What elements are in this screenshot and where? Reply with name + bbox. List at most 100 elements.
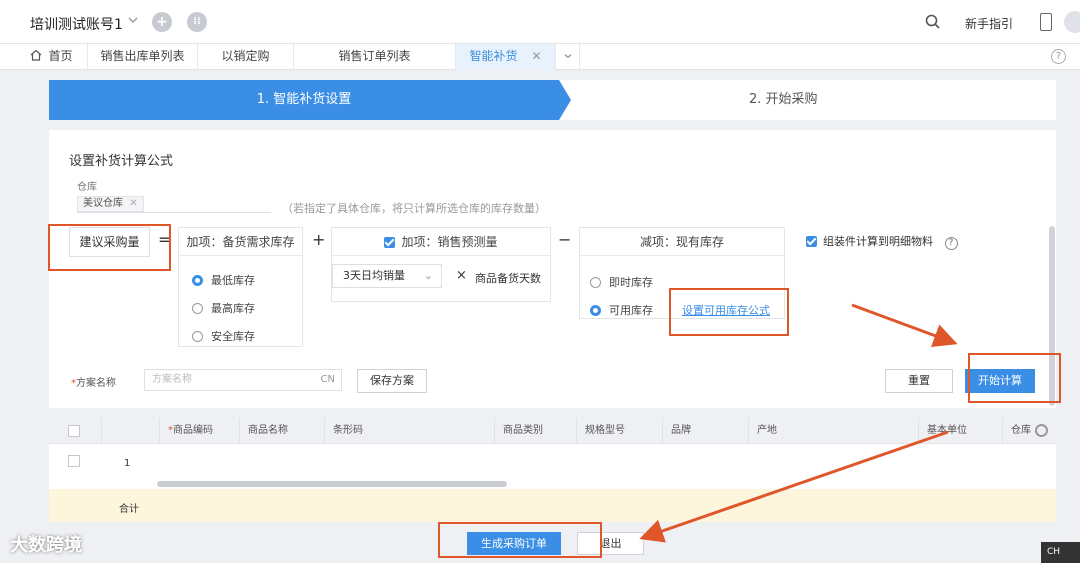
scheme-name-input[interactable]: 方案名称 CN	[144, 369, 342, 391]
forecast-title-text: 加项：销售预测量	[401, 235, 498, 249]
close-icon[interactable]: ✕	[531, 49, 541, 63]
th-name[interactable]: 商品名称	[239, 418, 324, 444]
row-number: 1	[124, 458, 131, 469]
times-sign: ×	[456, 268, 467, 283]
annotation-box-link	[669, 288, 789, 336]
radio-available-stock[interactable]: 可用库存	[590, 302, 653, 318]
step-1[interactable]: 1. 智能补货设置	[49, 80, 559, 120]
checkbox-icon	[806, 236, 817, 247]
radio-icon	[590, 277, 601, 288]
warehouse-chip[interactable]: 美议仓库 ✕	[77, 196, 144, 212]
watermark: 大数跨境	[10, 535, 82, 556]
radio-safety-stock[interactable]: 安全库存	[192, 328, 255, 344]
search-icon[interactable]	[924, 13, 942, 31]
minus-sign: −	[558, 230, 572, 249]
total-label: 合计	[119, 504, 139, 515]
guide-link[interactable]: 新手指引	[965, 15, 1013, 32]
radio-icon	[192, 331, 203, 342]
annotation-box-generate	[438, 522, 602, 558]
radio-label: 安全库存	[211, 330, 255, 343]
th-index	[101, 418, 159, 444]
tab-more-dropdown[interactable]	[556, 44, 580, 70]
top-bar: 培训测试账号1 + ⁞⁞ 新手指引	[0, 0, 1080, 44]
radio-realtime-stock[interactable]: 即时库存	[590, 274, 653, 290]
tab-sales-based-purchase[interactable]: 以销定购	[198, 44, 294, 70]
th-barcode[interactable]: 条形码	[324, 418, 494, 444]
warehouse-label: 仓库	[77, 182, 97, 193]
system-tray[interactable]: CH	[1041, 542, 1080, 563]
mobile-icon[interactable]	[1040, 13, 1052, 31]
forecast-period-select[interactable]: 3天日均销量 ⌄	[332, 264, 442, 288]
warehouse-field-underline	[77, 212, 271, 213]
stock-title: 减项：现有库存	[580, 228, 784, 256]
formula-card: 设置补货计算公式 仓库 美议仓库 ✕ （若指定了具体仓库，将只计算所选仓库的库存…	[49, 130, 1056, 408]
radio-label: 最高库存	[211, 302, 255, 315]
th-warehouse[interactable]: 仓库	[1002, 418, 1032, 444]
tab-bar: 首页 销售出库单列表 以销定购 销售订单列表 智能补货 ✕ ?	[0, 44, 1080, 70]
th-category[interactable]: 商品类别	[494, 418, 576, 444]
gear-icon[interactable]	[1035, 424, 1048, 437]
placeholder: 方案名称	[152, 374, 192, 385]
demand-title: 加项：备货需求库存	[179, 228, 302, 256]
assembly-label: 组装件计算到明细物料	[823, 235, 933, 248]
radio-icon	[590, 305, 601, 316]
horizontal-scrollbar[interactable]	[157, 481, 507, 487]
lang-toggle[interactable]: CN	[321, 370, 335, 390]
annotation-box-start	[968, 353, 1061, 403]
chevron-down-icon[interactable]	[126, 13, 140, 27]
total-row: 合计	[49, 489, 1056, 522]
step-2[interactable]: 2. 开始采购	[749, 80, 818, 120]
th-label: 商品编码	[173, 425, 213, 436]
forecast-box: 加项：销售预测量 3天日均销量 ⌄ × 商品备货天数	[331, 227, 551, 302]
th-code[interactable]: *商品编码	[159, 418, 239, 444]
forecast-title[interactable]: 加项：销售预测量	[332, 228, 550, 256]
stock-days-label: 商品备货天数	[475, 272, 541, 285]
chevron-down-icon	[564, 54, 571, 59]
scheme-name-label: *方案名称	[71, 378, 116, 389]
step-progress: 1. 智能补货设置 2. 开始采购	[49, 80, 1056, 120]
warehouse-chip-text: 美议仓库	[83, 198, 123, 209]
scheme-label-text: 方案名称	[76, 378, 116, 389]
tab-sales-orders[interactable]: 销售订单列表	[294, 44, 456, 70]
annotation-box-suggest	[48, 224, 171, 271]
reset-button[interactable]: 重置	[885, 369, 953, 393]
assembly-checkbox[interactable]: 组装件计算到明细物料 ?	[806, 233, 958, 250]
step-arrow	[559, 80, 571, 120]
help-icon[interactable]: ?	[1051, 49, 1066, 64]
save-scheme-button[interactable]: 保存方案	[357, 369, 427, 393]
goods-table: *商品编码 商品名称 条形码 商品类别 规格型号 品牌 产地 基本单位 仓库 1…	[49, 418, 1056, 522]
tab-sales-outbound[interactable]: 销售出库单列表	[88, 44, 198, 70]
demand-box: 加项：备货需求库存 最低库存 最高库存 安全库存	[178, 227, 303, 347]
add-icon[interactable]: +	[152, 12, 172, 32]
help-icon[interactable]: ?	[944, 237, 958, 250]
row-checkbox[interactable]	[68, 455, 80, 467]
card-title: 设置补货计算公式	[69, 154, 174, 169]
table-header: *商品编码 商品名称 条形码 商品类别 规格型号 品牌 产地 基本单位 仓库	[49, 418, 1056, 444]
radio-icon	[192, 275, 203, 286]
radio-label: 可用库存	[609, 304, 653, 317]
avatar[interactable]	[1064, 11, 1080, 33]
th-origin[interactable]: 产地	[748, 418, 918, 444]
checkbox-icon[interactable]	[384, 237, 396, 248]
radio-min-stock[interactable]: 最低库存	[192, 272, 255, 288]
chevron-down-icon: ⌄	[423, 269, 433, 282]
radio-max-stock[interactable]: 最高库存	[192, 300, 255, 316]
select-value: 3天日均销量	[343, 269, 405, 282]
apps-icon[interactable]: ⁞⁞	[187, 12, 207, 32]
home-icon	[31, 49, 42, 61]
select-all-checkbox[interactable]	[68, 425, 80, 437]
radio-icon	[192, 303, 203, 314]
th-brand[interactable]: 品牌	[662, 418, 748, 444]
warehouse-hint: （若指定了具体仓库，将只计算所选仓库的库存数量）	[282, 202, 546, 215]
close-icon[interactable]: ✕	[129, 198, 137, 209]
account-name[interactable]: 培训测试账号1	[30, 14, 123, 34]
tab-label: 首页	[48, 49, 73, 63]
tab-smart-replenish[interactable]: 智能补货 ✕	[456, 44, 556, 70]
radio-label: 最低库存	[211, 274, 255, 287]
tab-home[interactable]: 首页	[16, 44, 88, 70]
th-spec[interactable]: 规格型号	[576, 418, 662, 444]
tab-label: 智能补货	[469, 49, 518, 63]
plus-sign: +	[312, 230, 326, 249]
th-unit[interactable]: 基本单位	[918, 418, 1002, 444]
radio-label: 即时库存	[609, 276, 653, 289]
